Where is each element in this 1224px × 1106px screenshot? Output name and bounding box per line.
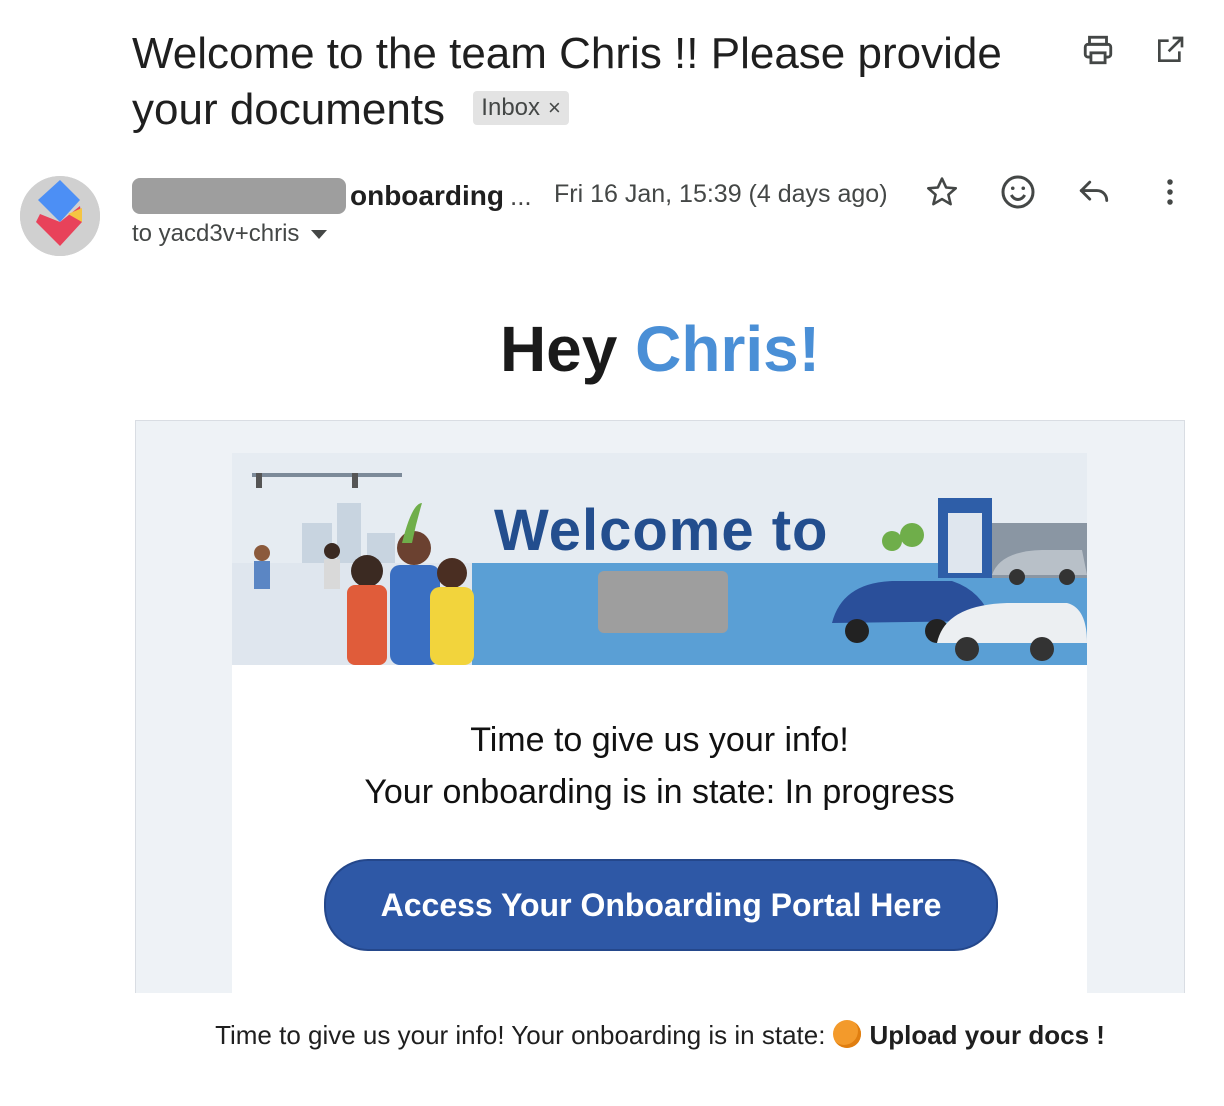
recipient-row[interactable]: to yacd3v+chris [132, 220, 328, 248]
card-line-status: Your onboarding is in state: In progress [364, 773, 955, 811]
greeting-name: Chris! [635, 313, 821, 385]
print-icon[interactable] [1080, 32, 1116, 68]
label-text: Inbox [481, 94, 541, 122]
sender-name[interactable]: onboarding [350, 180, 504, 212]
footer-status-line: Time to give us your info! Your onboardi… [0, 1020, 1224, 1051]
sender-row: onboarding ... [132, 176, 532, 216]
reply-icon[interactable] [1076, 174, 1112, 210]
footer-text: Time to give us your info! Your onboardi… [215, 1020, 826, 1050]
upload-docs-text: Upload your docs ! [869, 1020, 1105, 1050]
card-line-info: Time to give us your info! [470, 721, 849, 759]
emoji-icon[interactable] [1000, 174, 1036, 210]
more-vertical-icon[interactable] [1152, 174, 1188, 210]
greeting-hey: Hey [499, 313, 618, 385]
redacted-sender-name [132, 178, 346, 214]
email-subject: Welcome to the team Chris !! Please prov… [132, 26, 1032, 138]
message-actions [924, 174, 1188, 210]
redacted-company-name [598, 571, 728, 633]
open-in-new-window-icon[interactable] [1152, 32, 1188, 68]
status-orange-circle-icon [833, 1020, 862, 1049]
thread-actions [1080, 32, 1188, 68]
email-date: Fri 16 Jan, 15:39 (4 days ago) [554, 180, 888, 208]
inbox-label-chip[interactable]: Inbox × [473, 91, 569, 126]
onboarding-card: Time to give us your info! Your onboardi… [232, 665, 1087, 993]
banner-title: Welcome to [494, 498, 829, 563]
access-portal-button[interactable]: Access Your Onboarding Portal Here [324, 859, 998, 951]
email-body-frame: Welcome to Time to give us your info! Yo… [135, 420, 1185, 993]
recipient-text: to yacd3v+chris [132, 220, 300, 247]
remove-label-icon[interactable]: × [548, 95, 561, 120]
greeting-heading: Hey Chris! [0, 312, 1224, 386]
recipient-details-caret-icon[interactable] [311, 229, 328, 239]
sender-ellipsis: ... [509, 180, 532, 211]
sender-avatar[interactable] [20, 176, 100, 256]
star-icon[interactable] [924, 174, 960, 210]
welcome-banner: Welcome to [232, 453, 1087, 665]
